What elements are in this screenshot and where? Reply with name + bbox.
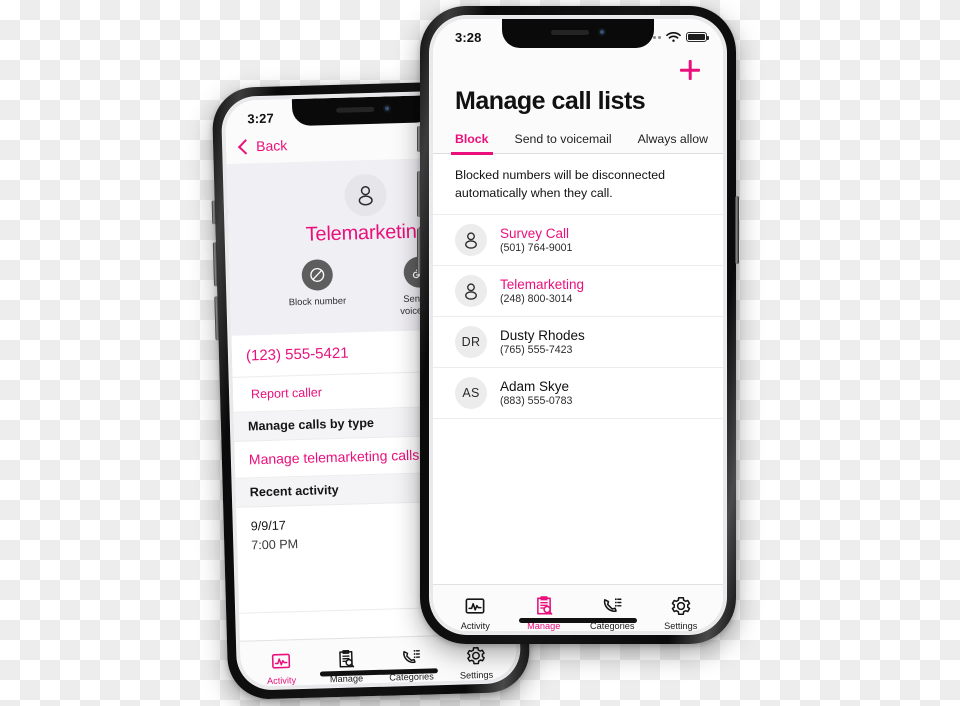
list-item[interactable]: AS Adam Skye (883) 555-0783 <box>433 368 723 420</box>
avatar <box>455 275 487 308</box>
contact-avatar <box>343 173 388 217</box>
caller-number: (501) 764-9001 <box>500 242 573 255</box>
tab-send-to-voicemail[interactable]: Send to voicemail <box>515 132 612 153</box>
front-phone-frame: 3:28 Manage call lists Block Send to voi… <box>417 6 739 644</box>
list-item[interactable]: Survey Call (501) 764-9001 <box>433 215 723 267</box>
person-icon <box>465 232 477 249</box>
phone-list-icon <box>403 650 421 664</box>
caller-name: Adam Skye <box>500 378 570 394</box>
power-button[interactable] <box>735 196 739 264</box>
tab-categories[interactable]: Categories <box>378 646 444 683</box>
clipboard-search-icon <box>339 649 355 668</box>
phone-list-icon <box>604 598 622 612</box>
status-time: 3:28 <box>455 29 482 45</box>
tab-activity-label: Activity <box>460 621 490 631</box>
tab-always-allow[interactable]: Always allow <box>638 132 708 153</box>
caller-number: (248) 800-3014 <box>500 293 573 306</box>
person-icon <box>358 186 373 206</box>
front-phone-screen: 3:28 Manage call lists Block Send to voi… <box>433 19 723 631</box>
list-item-text: Survey Call (501) 764-9001 <box>500 226 572 255</box>
earpiece-speaker <box>335 106 374 113</box>
caller-name: Survey Call <box>500 225 570 241</box>
tab-settings-label: Settings <box>459 669 494 681</box>
clipboard-search-icon <box>536 596 553 615</box>
block-number-label: Block number <box>288 294 347 308</box>
list-item-text: Telemarketing (248) 800-3014 <box>500 277 584 306</box>
tab-activity-label: Activity <box>266 675 297 687</box>
front-camera <box>597 28 606 36</box>
activity-chart-icon <box>271 653 291 669</box>
tab-settings[interactable]: Settings <box>647 595 716 631</box>
volume-down-button[interactable] <box>214 296 220 341</box>
status-time: 3:27 <box>247 110 274 126</box>
volume-up-button[interactable] <box>212 242 219 287</box>
list-item-text: Adam Skye (883) 555-0783 <box>500 379 572 408</box>
tab-manage[interactable]: Manage <box>510 595 579 631</box>
helper-text: Blocked numbers will be disconnected aut… <box>433 154 723 216</box>
tab-categories[interactable]: Categories <box>578 595 647 631</box>
battery-icon <box>686 32 709 42</box>
gear-icon <box>467 646 485 665</box>
wifi-icon <box>666 32 681 42</box>
front-phone-tab-bar: Activity Manage Categories Settings <box>433 584 723 631</box>
back-label: Back <box>255 137 288 155</box>
gear-icon <box>671 596 691 616</box>
list-item[interactable]: DR Dusty Rhodes (765) 555-7423 <box>433 317 723 369</box>
front-phone-notch <box>502 19 654 48</box>
caller-name: Telemarketing <box>500 276 585 292</box>
tab-settings[interactable]: Settings <box>443 644 509 681</box>
front-phone-home-indicator[interactable] <box>519 618 637 623</box>
mute-switch[interactable] <box>417 126 421 152</box>
front-phone-content: Manage call lists Block Send to voicemai… <box>433 51 723 631</box>
caller-name: Dusty Rhodes <box>500 327 585 343</box>
chevron-left-icon <box>237 138 254 155</box>
front-phone-bezel: 3:28 Manage call lists Block Send to voi… <box>429 15 727 635</box>
caller-number: (765) 555-7423 <box>500 344 573 357</box>
front-camera <box>382 104 391 113</box>
call-list-tabs: Block Send to voicemail Always allow <box>433 116 723 155</box>
list-item-text: Dusty Rhodes (765) 555-7423 <box>500 328 585 357</box>
earpiece-speaker <box>550 29 589 35</box>
person-icon <box>465 283 477 300</box>
tab-block[interactable]: Block <box>451 132 492 155</box>
list-item[interactable]: Telemarketing (248) 800-3014 <box>433 266 723 318</box>
volume-down-button[interactable] <box>417 228 421 274</box>
tab-manage[interactable]: Manage <box>313 648 379 685</box>
avatar: DR <box>455 326 487 359</box>
caller-number: (883) 555-0783 <box>500 395 573 408</box>
header-actions <box>433 51 723 83</box>
contact-name: Telemarketing <box>305 220 428 246</box>
add-entry-button[interactable] <box>677 57 703 83</box>
volume-up-button[interactable] <box>417 171 421 217</box>
screenshot-canvas: 3:27 Back Telemarketing Block number Sen… <box>0 0 960 706</box>
block-circle-icon <box>300 259 333 291</box>
activity-chart-icon <box>465 598 485 614</box>
block-number-action[interactable]: Block number <box>284 259 350 320</box>
page-title: Manage call lists <box>433 83 723 116</box>
blocked-call-list: Survey Call (501) 764-9001 Telemarketing… <box>433 215 723 584</box>
back-phone-notch <box>291 95 435 127</box>
tab-activity[interactable]: Activity <box>441 595 510 631</box>
avatar: AS <box>455 377 487 410</box>
avatar <box>455 224 487 257</box>
mute-switch[interactable] <box>211 200 217 225</box>
tab-settings-label: Settings <box>664 621 698 631</box>
tab-activity[interactable]: Activity <box>248 650 314 687</box>
